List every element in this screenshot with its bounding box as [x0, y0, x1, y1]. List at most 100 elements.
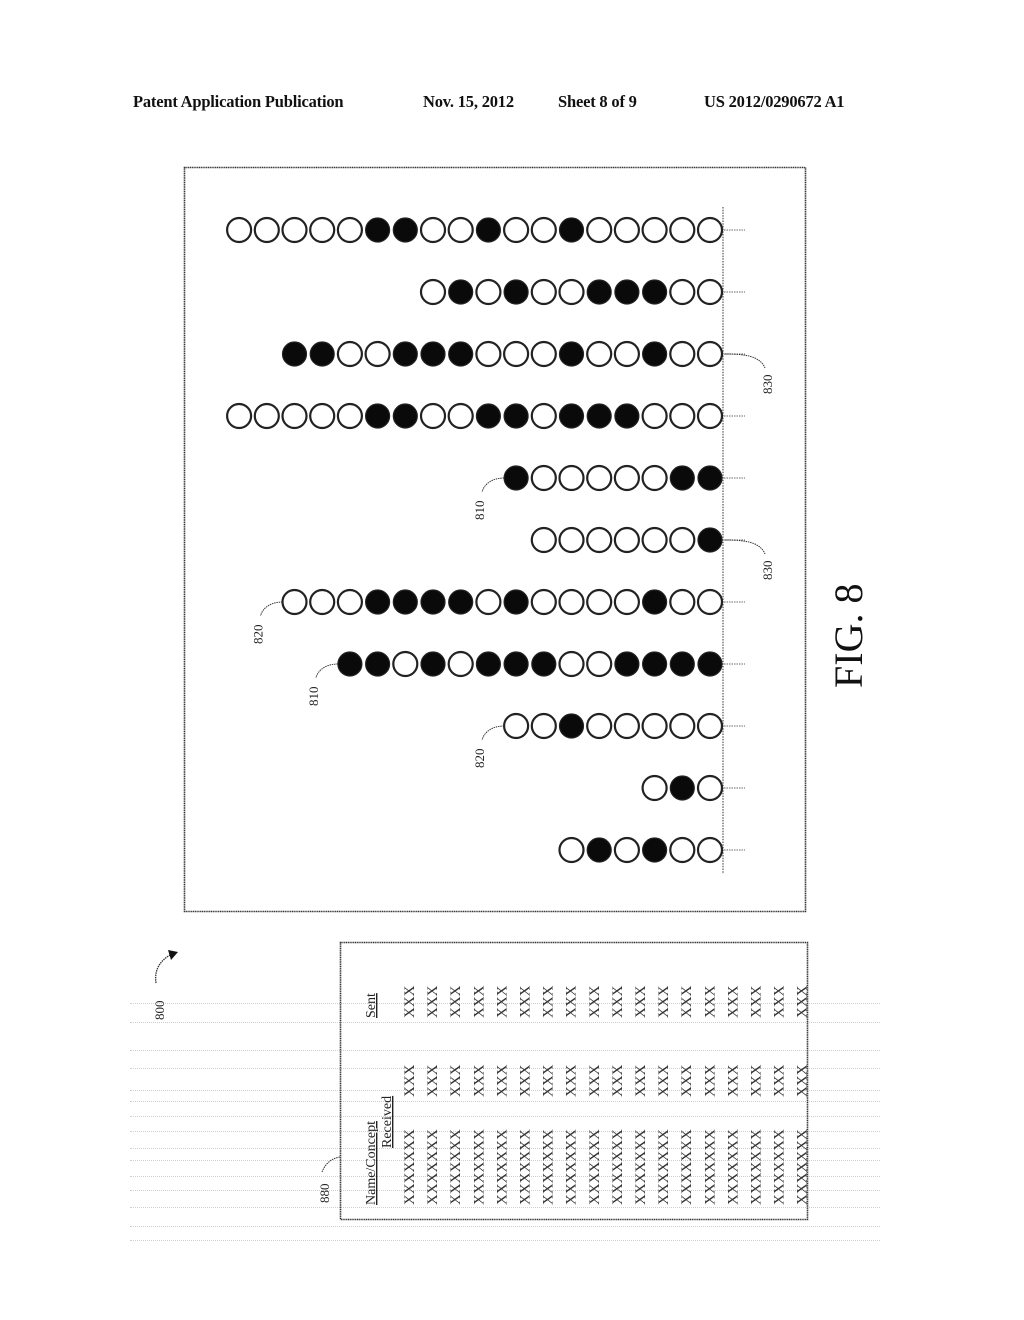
filled-circle: [420, 589, 446, 615]
cell-name: XXXXXXX: [610, 1129, 626, 1205]
filled-circle: [448, 341, 474, 367]
circle-row: [530, 526, 745, 554]
table-row: XXXXXXXXXXXXX: [656, 985, 672, 1205]
cell-sent: XXX: [795, 985, 811, 1018]
open-circle: [558, 836, 585, 864]
filled-circle: [558, 713, 585, 739]
cell-name: XXXXXXX: [656, 1129, 672, 1205]
open-circle: [281, 588, 308, 616]
circle-row: [226, 402, 745, 430]
table-row: XXXXXXXXXXXXX: [587, 985, 603, 1205]
table-row: XXXXXXXXXXXXX: [494, 985, 510, 1205]
open-circle: [613, 712, 641, 740]
label-leader: [724, 353, 766, 369]
open-circle: [475, 588, 502, 616]
filled-circle: [448, 279, 474, 305]
cell-sent: XXX: [402, 985, 418, 1018]
open-circle: [336, 340, 363, 368]
cell-name: XXXXXXX: [448, 1129, 464, 1205]
cell-sent: XXX: [656, 985, 672, 1018]
table-row: XXXXXXXXXXXXX: [402, 985, 418, 1205]
cell-name: XXXXXXX: [749, 1129, 765, 1205]
open-circle: [586, 712, 613, 740]
open-circle: [669, 588, 696, 616]
cell-sent: XXX: [725, 985, 741, 1018]
cell-received: XXX: [471, 1064, 487, 1097]
filled-circle: [531, 651, 557, 677]
open-circle: [226, 402, 253, 430]
filled-circle: [586, 837, 612, 863]
circle-row: [558, 836, 745, 864]
open-circle: [558, 526, 585, 554]
table-row: XXXXXXXXXXXXX: [448, 985, 464, 1205]
cell-received: XXX: [702, 1064, 718, 1097]
open-circle: [226, 216, 253, 244]
open-circle: [613, 216, 641, 244]
cell-received: XXX: [633, 1064, 649, 1097]
open-circle: [669, 836, 696, 864]
filled-circle: [586, 279, 612, 305]
open-circle: [253, 216, 280, 244]
open-circle: [696, 588, 724, 616]
open-circle: [586, 650, 613, 678]
circle-row: [337, 650, 745, 678]
cell-received: XXX: [795, 1064, 811, 1097]
cell-name: XXXXXXX: [425, 1129, 441, 1205]
open-circle: [586, 588, 613, 616]
filled-circle: [503, 651, 529, 677]
cell-received: XXX: [610, 1064, 626, 1097]
open-circle: [447, 216, 474, 244]
open-circle: [309, 588, 336, 616]
filled-circle: [641, 837, 668, 863]
cell-sent: XXX: [425, 985, 441, 1018]
ref-label-830: 830: [760, 561, 775, 581]
circle-row: [503, 464, 745, 492]
filled-circle: [281, 341, 308, 367]
cell-received: XXX: [725, 1064, 741, 1097]
filled-circle: [641, 651, 668, 677]
filled-circle: [697, 465, 723, 491]
cell-received: XXX: [656, 1064, 672, 1097]
table-row: XXXXXXXXXXXXX: [610, 985, 626, 1205]
cell-name: XXXXXXX: [518, 1129, 534, 1205]
table-row: XXXXXXXXXXXXX: [633, 985, 649, 1205]
filled-circle: [614, 403, 640, 429]
cell-received: XXX: [518, 1064, 534, 1097]
filled-circle: [503, 403, 529, 429]
filled-circle: [697, 527, 723, 553]
table-row: XXXXXXXXXXXXX: [702, 985, 718, 1205]
open-circle: [669, 526, 696, 554]
filled-circle: [475, 651, 501, 677]
open-circle: [281, 216, 308, 244]
open-circle: [613, 836, 641, 864]
cell-sent: XXX: [448, 985, 464, 1018]
label-leader: [315, 663, 338, 679]
ref-label-830: 830: [760, 375, 775, 395]
header-sent: Sent: [364, 993, 379, 1018]
cell-name: XXXXXXX: [633, 1129, 649, 1205]
circle-row: [226, 216, 745, 244]
open-circle: [475, 278, 502, 306]
ref-800-arrow: [154, 953, 173, 984]
filled-circle: [392, 217, 418, 243]
cell-name: XXXXXXX: [587, 1129, 603, 1205]
open-circle: [641, 216, 668, 244]
open-circle: [586, 340, 613, 368]
filled-circle: [669, 775, 695, 801]
filled-circle: [448, 589, 474, 615]
filled-circle: [503, 279, 529, 305]
open-circle: [669, 402, 696, 430]
open-circle: [419, 216, 447, 244]
circle-row: [281, 340, 745, 368]
label-leader: [260, 601, 283, 617]
cell-received: XXX: [679, 1064, 695, 1097]
circle-row: [502, 712, 745, 740]
open-circle: [613, 526, 641, 554]
filled-circle: [309, 341, 335, 367]
ref-label-820: 820: [472, 749, 487, 769]
cell-name: XXXXXXX: [494, 1129, 510, 1205]
open-circle: [281, 402, 308, 430]
label-leader: [724, 539, 766, 555]
open-circle: [696, 402, 724, 430]
cell-sent: XXX: [587, 985, 603, 1018]
